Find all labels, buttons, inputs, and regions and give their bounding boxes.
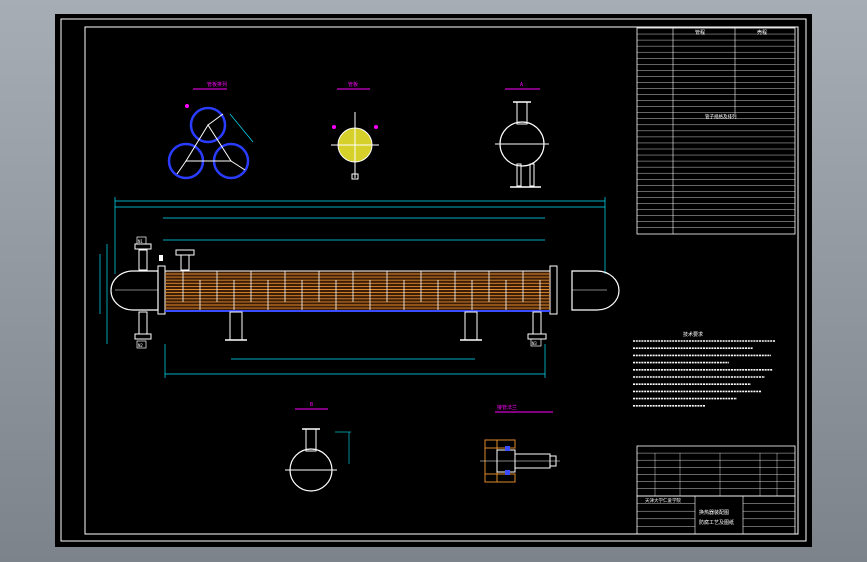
title-block-school: 天津大学仁爱学院 [645, 497, 681, 504]
drawing-sheet: 管板排列 管板 A 管程 壳程 管子规格及排列 N1 N2 N3 技术要求 B … [55, 14, 812, 547]
nozzle-section-title: B [310, 402, 313, 408]
end-view-title: A [520, 82, 523, 88]
tubesheet-view: 管板 [331, 81, 379, 180]
flange-detail-title: 接管法兰 [497, 404, 517, 411]
nozzle-section-view: B [285, 402, 351, 492]
tube-layout-view: 管板排列 [167, 81, 254, 180]
tech-table-rows [637, 33, 795, 228]
title-block-drawing-sub: 防腐工艺及图纸 [699, 519, 734, 526]
notes-lines [633, 340, 775, 407]
cad-viewport[interactable]: 管板排列 管板 A 管程 壳程 管子规格及排列 N1 N2 N3 技术要求 B … [0, 0, 867, 562]
nozzle-tag-2: N2 [138, 343, 143, 348]
nozzle-tag-3: N3 [532, 341, 537, 346]
flange-detail-view: 接管法兰 [480, 404, 560, 483]
tech-table-header-1: 管程 [695, 29, 705, 36]
notes-block: 技术要求 [683, 331, 703, 338]
title-block-drawing-name: 换热器装配图 [699, 509, 729, 516]
parts-list-rows [637, 452, 795, 496]
end-view: A [495, 82, 549, 188]
main-assembly-view: N1 N2 N3 [99, 197, 620, 378]
nozzle-tag-1: N1 [138, 239, 143, 244]
tech-table-header-2: 壳程 [757, 29, 767, 36]
cad-drawing: 管板排列 管板 A 管程 壳程 管子规格及排列 N1 N2 N3 技术要求 B … [60, 18, 807, 542]
title-block: 天津大学仁爱学院 换热器装配图 防腐工艺及图纸 [636, 495, 796, 535]
tube-layout-title: 管板排列 [207, 81, 227, 88]
tubesheet-title: 管板 [348, 81, 358, 88]
notes-title: 技术要求 [683, 331, 703, 338]
